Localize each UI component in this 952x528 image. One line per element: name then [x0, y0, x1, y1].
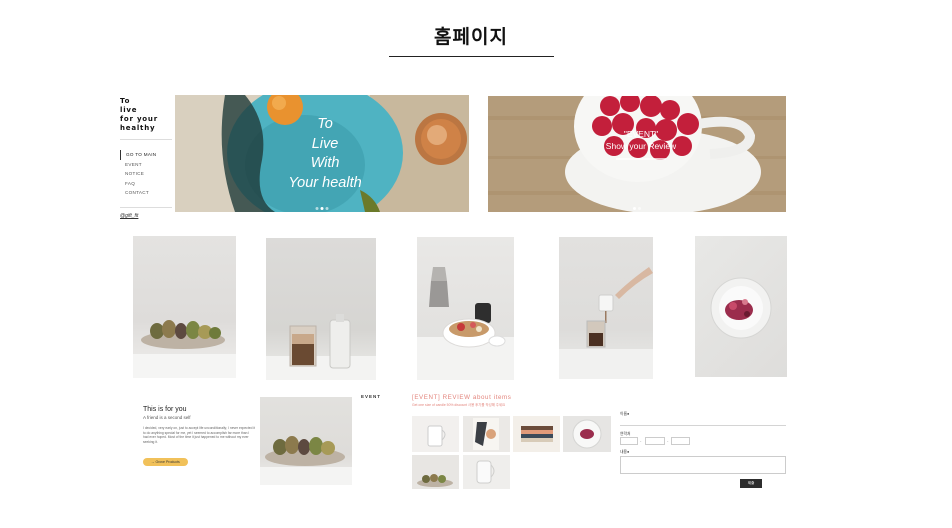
review-thumb-art[interactable] [463, 416, 510, 452]
pagination-dot-active[interactable] [633, 207, 636, 210]
product-photo-pouring[interactable] [559, 237, 653, 379]
dessert-plate-image [710, 277, 772, 339]
promo-body: I decided, very early on, just to accept… [143, 426, 255, 444]
review-thumb-figs[interactable] [412, 455, 459, 489]
mug-image [427, 425, 446, 447]
kettle-image [476, 460, 495, 484]
name-field[interactable] [620, 425, 786, 426]
figs-thumb-image [417, 474, 453, 487]
phone-separator: - [667, 438, 669, 443]
phone-separator: - [640, 438, 642, 443]
phone-field-2[interactable] [645, 437, 665, 445]
event-tag: EVENT [361, 394, 382, 399]
promo-title: This is for you [143, 406, 187, 413]
pagination-dot[interactable] [315, 207, 319, 210]
hero-event-pagination [633, 207, 641, 210]
nav-item-event[interactable]: EVENT [120, 160, 156, 170]
product-photo-figs[interactable] [133, 236, 236, 378]
breakfast-image [417, 267, 514, 380]
pagination-dot[interactable] [325, 207, 329, 210]
nav-item-contact[interactable]: CONTACT [120, 188, 156, 198]
nav-item-main[interactable]: GO TO MAIN [120, 150, 156, 160]
pouring-coffee-image [559, 267, 653, 379]
dessert-thumb-image [572, 419, 602, 449]
pagination-dot[interactable] [638, 207, 641, 210]
hero-event-subline [616, 158, 666, 160]
nav-item-faq[interactable]: FAQ [120, 179, 156, 189]
promo-photo-figs[interactable] [260, 397, 352, 485]
name-label: 이름● [620, 412, 630, 416]
social-handle-link[interactable]: @gift_fit [120, 213, 138, 219]
promo-figs-image [260, 436, 352, 485]
hero-banner-health[interactable]: To Live With Your health [175, 95, 469, 212]
sidebar-nav: GO TO MAIN EVENT NOTICE FAQ CONTACT [120, 150, 156, 198]
title-underline [389, 56, 554, 57]
review-thumb-kettle[interactable] [463, 455, 510, 489]
hero-event-text: "EVENT" Show your Review [605, 129, 677, 151]
review-thumb-mug[interactable] [412, 416, 459, 452]
phone-field-3[interactable] [671, 437, 690, 445]
product-photo-iced-coffee[interactable] [266, 238, 376, 380]
product-photo-breakfast[interactable] [417, 237, 514, 380]
nav-item-notice[interactable]: NOTICE [120, 169, 156, 179]
pagination-dot-active[interactable] [320, 207, 324, 210]
review-section-title: [EVENT] REVIEW about items [412, 394, 512, 401]
review-content-field[interactable] [620, 456, 786, 474]
hero-event-image [488, 96, 786, 212]
promo-subtitle: A friend is a second self [143, 415, 191, 420]
review-thumb-bowls[interactable] [513, 416, 560, 452]
review-section-subtitle: Get one size of candle 50% discount 사용 후… [412, 403, 506, 407]
hero-health-text: To Live With Your health [288, 116, 362, 191]
promo-block: This is for you A friend is a second sel… [143, 406, 263, 468]
sidebar-divider-top [120, 139, 172, 140]
page-title: 홈페이지 [434, 26, 508, 48]
iced-coffee-image [266, 314, 376, 380]
product-photo-dessert[interactable] [695, 236, 787, 377]
grove-products-button[interactable]: → Grove Products [143, 458, 188, 467]
review-thumb-dessert[interactable] [563, 416, 611, 452]
phone-field-1[interactable] [620, 437, 638, 445]
stacked-bowls-image [521, 426, 553, 442]
hero-health-pagination [315, 207, 329, 210]
submit-button[interactable]: 제출 [740, 479, 762, 488]
figs-bowl-image [133, 320, 236, 378]
art-print-image [473, 418, 499, 450]
brand-logo[interactable]: To live for your healthy [120, 97, 158, 133]
review-content-label: 내용● [620, 450, 630, 454]
hero-banner-event[interactable]: "EVENT" Show your Review [488, 96, 786, 212]
sidebar-divider-bottom [120, 207, 172, 208]
